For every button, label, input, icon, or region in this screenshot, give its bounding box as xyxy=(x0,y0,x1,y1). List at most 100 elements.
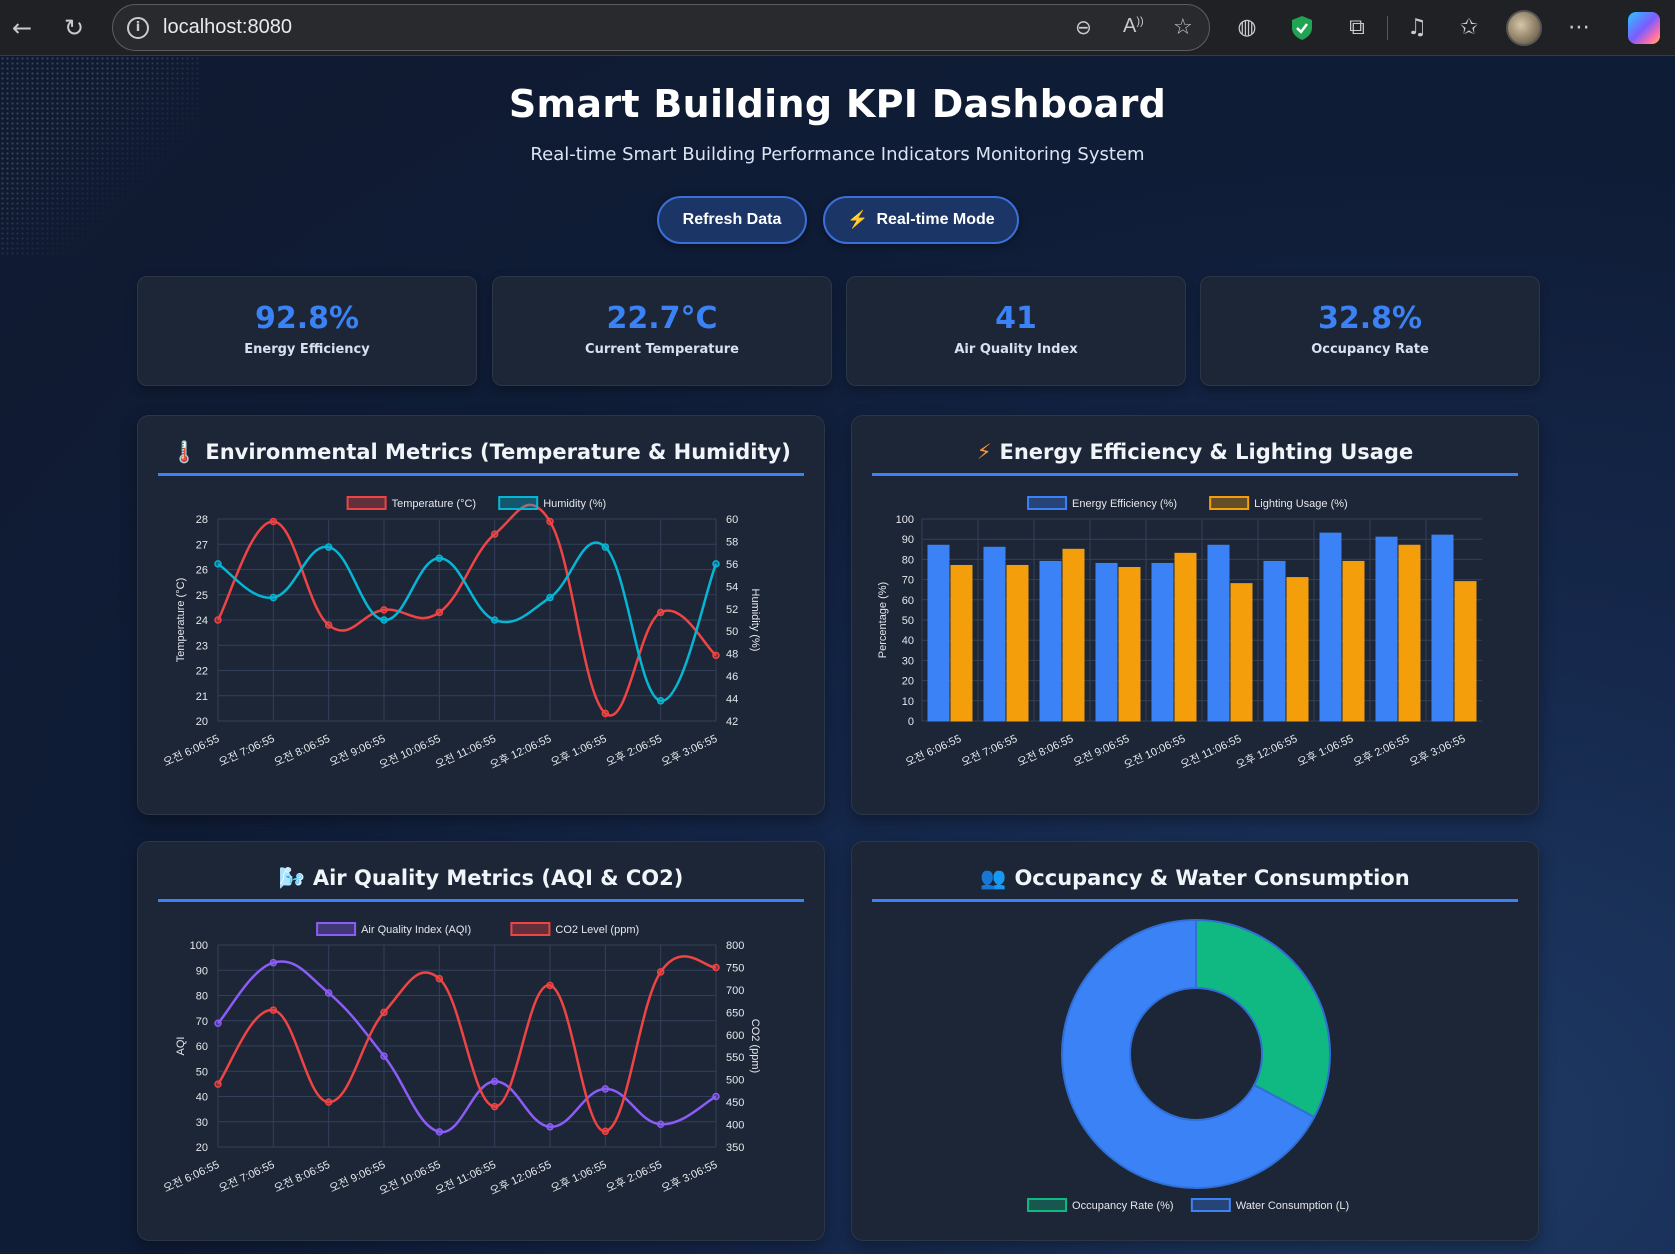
x-tick-label: 오후 3:06:55 xyxy=(1407,732,1467,769)
data-point xyxy=(324,989,333,997)
data-point xyxy=(712,963,720,972)
energy-chart[interactable]: 0 10 20 30 40 50 60 70 80 90 100 Percentage (%) Ener… xyxy=(852,416,1540,816)
data-point xyxy=(546,1123,554,1131)
x-tick-label: 오전 6:06:55 xyxy=(903,732,963,769)
realtime-mode-button[interactable]: ⚡ Real-time Mode xyxy=(823,196,1019,244)
y-tick-label: 10 xyxy=(902,696,914,708)
data-point xyxy=(324,543,333,551)
bar xyxy=(1151,562,1174,722)
x-tick-label: 오전 11:06:55 xyxy=(433,1158,498,1197)
y-tick-label: 80 xyxy=(902,554,914,566)
info-icon[interactable]: i xyxy=(127,17,149,39)
bar xyxy=(1118,566,1141,722)
y-axis-title: Temperature (°C) xyxy=(175,578,187,662)
y-tick-label: 21 xyxy=(196,691,208,703)
y2-tick-label: 44 xyxy=(726,694,738,706)
shield-icon[interactable] xyxy=(1285,11,1319,45)
data-point xyxy=(214,1080,222,1088)
legend-swatch xyxy=(510,922,551,936)
x-tick-label: 오전 8:06:55 xyxy=(272,1158,332,1195)
y-tick-label: 50 xyxy=(196,1066,208,1078)
kpi-value: 22.7°C xyxy=(606,301,718,336)
y-tick-label: 60 xyxy=(196,1041,208,1053)
y2-axis-title: CO2 (ppm) xyxy=(749,1019,761,1073)
y-tick-label: 100 xyxy=(190,940,208,952)
kpi-label: Occupancy Rate xyxy=(1311,342,1429,357)
realtime-mode-label: Real-time Mode xyxy=(876,211,995,228)
kpi-label: Current Temperature xyxy=(585,342,739,357)
data-point xyxy=(601,1085,610,1093)
data-point xyxy=(490,530,499,538)
read-aloud-icon[interactable]: A)) xyxy=(1123,15,1144,38)
x-tick-label: 오후 1:06:55 xyxy=(1295,732,1355,769)
kpi-value: 41 xyxy=(995,301,1037,336)
y-tick-label: 70 xyxy=(902,575,914,587)
y2-tick-label: 700 xyxy=(726,985,744,997)
legend-label: Lighting Usage (%) xyxy=(1254,498,1348,510)
favorites-icon[interactable]: ✩ xyxy=(1452,11,1486,45)
copilot-icon[interactable] xyxy=(1628,12,1660,44)
y2-tick-label: 650 xyxy=(726,1007,744,1019)
x-tick-label: 오전 9:06:55 xyxy=(1071,732,1131,769)
x-tick-label: 오후 12:06:55 xyxy=(488,1158,553,1198)
globe-icon[interactable]: ◍ xyxy=(1230,11,1264,45)
y2-tick-label: 800 xyxy=(726,940,744,952)
refresh-data-button[interactable]: Refresh Data xyxy=(657,196,807,244)
y2-tick-label: 42 xyxy=(726,716,738,728)
back-icon[interactable]: ← xyxy=(4,10,40,46)
air-quality-chart[interactable]: 20 30 40 50 60 70 80 90 100 350 400 450 500 550 600 650… xyxy=(138,842,826,1242)
bar xyxy=(1286,577,1309,722)
x-tick-label: 오전 7:06:55 xyxy=(217,1158,277,1195)
bar xyxy=(950,564,973,722)
data-point xyxy=(214,560,222,568)
legend-swatch xyxy=(1209,496,1250,510)
refresh-icon[interactable]: ↻ xyxy=(56,10,92,46)
x-tick-label: 오후 3:06:55 xyxy=(659,1158,719,1195)
data-point xyxy=(269,1006,278,1014)
bar xyxy=(1095,562,1118,722)
y-tick-label: 70 xyxy=(196,1016,208,1028)
y-tick-label: 22 xyxy=(196,666,208,678)
y2-tick-label: 600 xyxy=(726,1030,744,1042)
occupancy-water-card: 👥 Occupancy & Water Consumption Occupancy… xyxy=(851,841,1539,1241)
y-tick-label: 20 xyxy=(902,676,914,688)
series-line xyxy=(217,541,718,703)
page-subtitle: Real-time Smart Building Performance Ind… xyxy=(530,144,1145,165)
legend-swatch xyxy=(316,922,357,936)
zoom-out-icon[interactable]: ⊖ xyxy=(1075,15,1092,39)
y2-tick-label: 750 xyxy=(726,962,744,974)
legend-label: Air Quality Index (AQI) xyxy=(361,924,471,936)
y-tick-label: 24 xyxy=(196,615,208,627)
avatar[interactable] xyxy=(1506,10,1542,46)
legend-label: Humidity (%) xyxy=(543,498,606,510)
y-tick-label: 23 xyxy=(196,640,208,652)
data-point xyxy=(435,1128,444,1136)
y2-tick-label: 58 xyxy=(726,536,738,548)
url-text[interactable]: localhost:8080 xyxy=(163,16,292,39)
address-bar[interactable]: i localhost:8080 ⊖ A)) ☆ xyxy=(112,4,1210,51)
data-point xyxy=(269,593,278,602)
y2-tick-label: 54 xyxy=(726,581,738,593)
y2-tick-label: 56 xyxy=(726,559,738,571)
data-point xyxy=(380,616,388,624)
media-icon[interactable]: ♫ xyxy=(1400,11,1434,45)
x-tick-label: 오전 11:06:55 xyxy=(1179,732,1244,771)
y-tick-label: 27 xyxy=(196,539,208,551)
occupancy-chart[interactable]: Occupancy Rate (%) Water Consumption (L) xyxy=(852,842,1540,1242)
bar xyxy=(1319,532,1342,722)
bar xyxy=(927,544,950,722)
extensions-icon[interactable]: ⧉ xyxy=(1340,11,1374,45)
bar xyxy=(1006,564,1029,722)
y-tick-label: 0 xyxy=(908,716,914,728)
legend-label: Occupancy Rate (%) xyxy=(1072,1200,1173,1212)
environmental-chart[interactable]: 20 21 22 23 24 25 26 27 28 42 44 46 48 50 52 54 56 58 60 Te… xyxy=(138,416,826,816)
more-icon[interactable]: ⋯ xyxy=(1562,11,1596,45)
x-tick-label: 오전 6:06:55 xyxy=(161,732,221,769)
y-axis-title: AQI xyxy=(175,1037,187,1056)
y2-tick-label: 350 xyxy=(726,1142,744,1154)
y2-tick-label: 50 xyxy=(726,626,738,638)
legend-label: Temperature (°C) xyxy=(392,498,476,510)
y2-tick-label: 46 xyxy=(726,671,738,683)
favorite-star-icon[interactable]: ☆ xyxy=(1173,15,1193,40)
pie-slice xyxy=(1195,918,1331,1119)
